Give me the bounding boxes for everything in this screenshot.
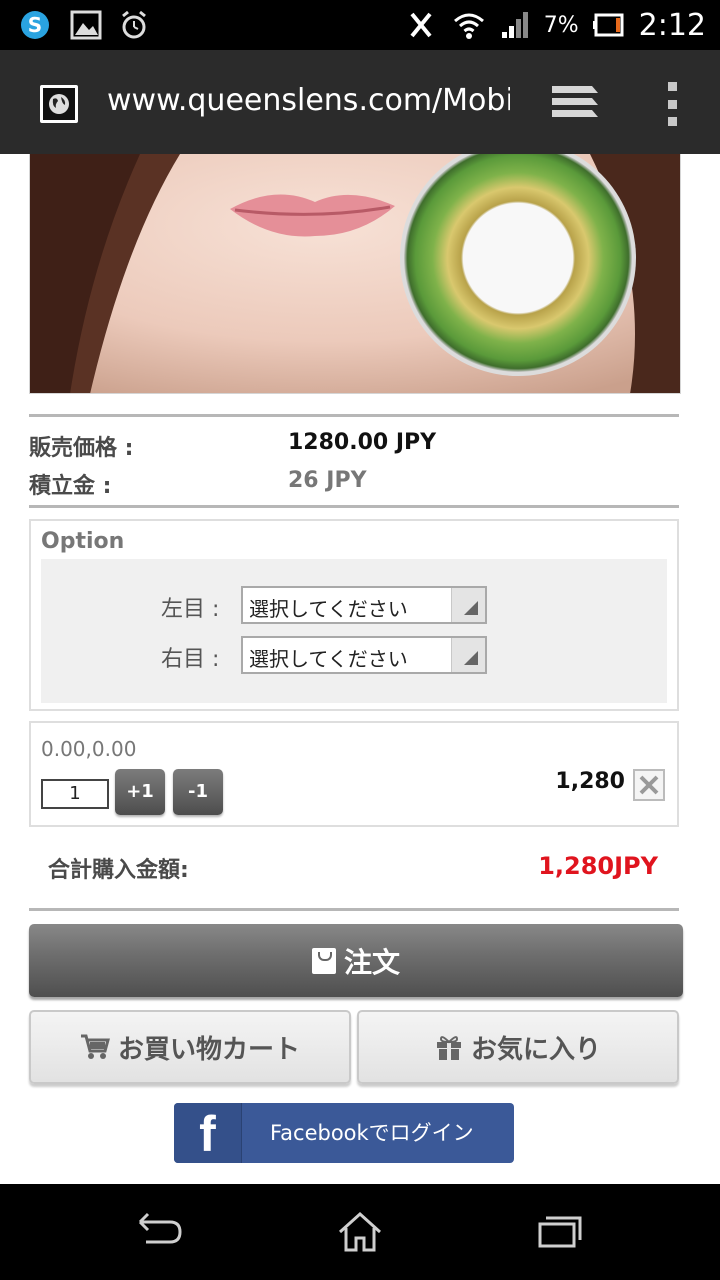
left-eye-select-value: 選択してください: [249, 597, 408, 621]
battery-percent: 7%: [543, 12, 579, 38]
address-bar[interactable]: www.queenslens.com/Mobile/: [107, 83, 510, 118]
quantity-input[interactable]: 1: [41, 779, 109, 809]
overflow-menu-icon[interactable]: [664, 82, 680, 126]
system-nav-bar: [0, 1184, 720, 1280]
cart-button-label: お買い物カート: [117, 1034, 300, 1065]
wishlist-button[interactable]: お気に入り: [357, 1010, 679, 1084]
divider: [29, 908, 679, 911]
total-value: 1,280JPY: [538, 852, 658, 880]
decrement-button[interactable]: -1: [173, 769, 223, 815]
status-bar: S 7% 2:12: [0, 0, 720, 50]
line-price: 1,280: [555, 769, 625, 794]
selected-option-text: 0.00,0.00: [41, 737, 137, 761]
gallery-icon: [70, 10, 102, 40]
order-button[interactable]: 注文: [29, 924, 683, 997]
gift-icon: [436, 1036, 461, 1060]
alarm-icon: [122, 10, 146, 39]
home-icon[interactable]: [336, 1210, 384, 1258]
wifi-icon: [453, 13, 484, 39]
points-label: 積立金 :: [29, 474, 112, 499]
vibrate-icon: [410, 12, 432, 38]
order-button-label: 注文: [343, 945, 400, 979]
right-eye-select[interactable]: 選択してください: [241, 636, 487, 674]
points-value: 26 JPY: [288, 468, 367, 493]
cart-icon: [80, 1034, 110, 1059]
right-eye-label: 右目 :: [161, 647, 220, 672]
dropdown-arrow-icon: [451, 638, 485, 672]
total-label: 合計購入金額:: [48, 858, 189, 883]
tabs-icon[interactable]: [552, 84, 600, 128]
wishlist-button-label: お気に入り: [470, 1034, 601, 1065]
price-label: 販売価格 :: [29, 436, 134, 461]
cart-button[interactable]: お買い物カート: [29, 1010, 351, 1084]
option-fields: 左目 : 選択してください 右目 : 選択してください: [41, 559, 667, 703]
svg-text:S: S: [28, 13, 42, 37]
divider: [29, 414, 679, 417]
increment-button[interactable]: +1: [115, 769, 165, 815]
price-value: 1280.00 JPY: [288, 430, 437, 455]
back-icon[interactable]: [134, 1210, 184, 1254]
divider: [29, 505, 679, 508]
left-eye-select[interactable]: 選択してください: [241, 586, 487, 624]
clock: 2:12: [638, 7, 706, 43]
facebook-login-label: Facebookでログイン: [270, 1121, 474, 1145]
signal-icon: [501, 12, 528, 38]
skype-icon: S: [21, 11, 49, 39]
product-image: [29, 154, 681, 394]
cart-line: 0.00,0.00 1 +1 -1 1,280: [29, 721, 679, 827]
right-eye-select-value: 選択してください: [249, 647, 408, 671]
globe-icon: [40, 85, 78, 123]
option-panel: Option 左目 : 選択してください 右目 : 選択してください: [29, 519, 679, 711]
facebook-login-button[interactable]: f Facebookでログイン: [174, 1103, 514, 1163]
option-title: Option: [41, 529, 125, 554]
left-eye-label: 左目 :: [161, 597, 220, 622]
dropdown-arrow-icon: [451, 588, 485, 622]
close-icon: [639, 775, 659, 795]
browser-toolbar: www.queenslens.com/Mobile/: [0, 50, 720, 154]
shopping-bag-icon: [311, 947, 336, 974]
battery-icon: [592, 13, 624, 37]
remove-line-button[interactable]: [633, 769, 665, 801]
recent-apps-icon[interactable]: [536, 1210, 584, 1254]
facebook-icon: f: [174, 1103, 242, 1163]
